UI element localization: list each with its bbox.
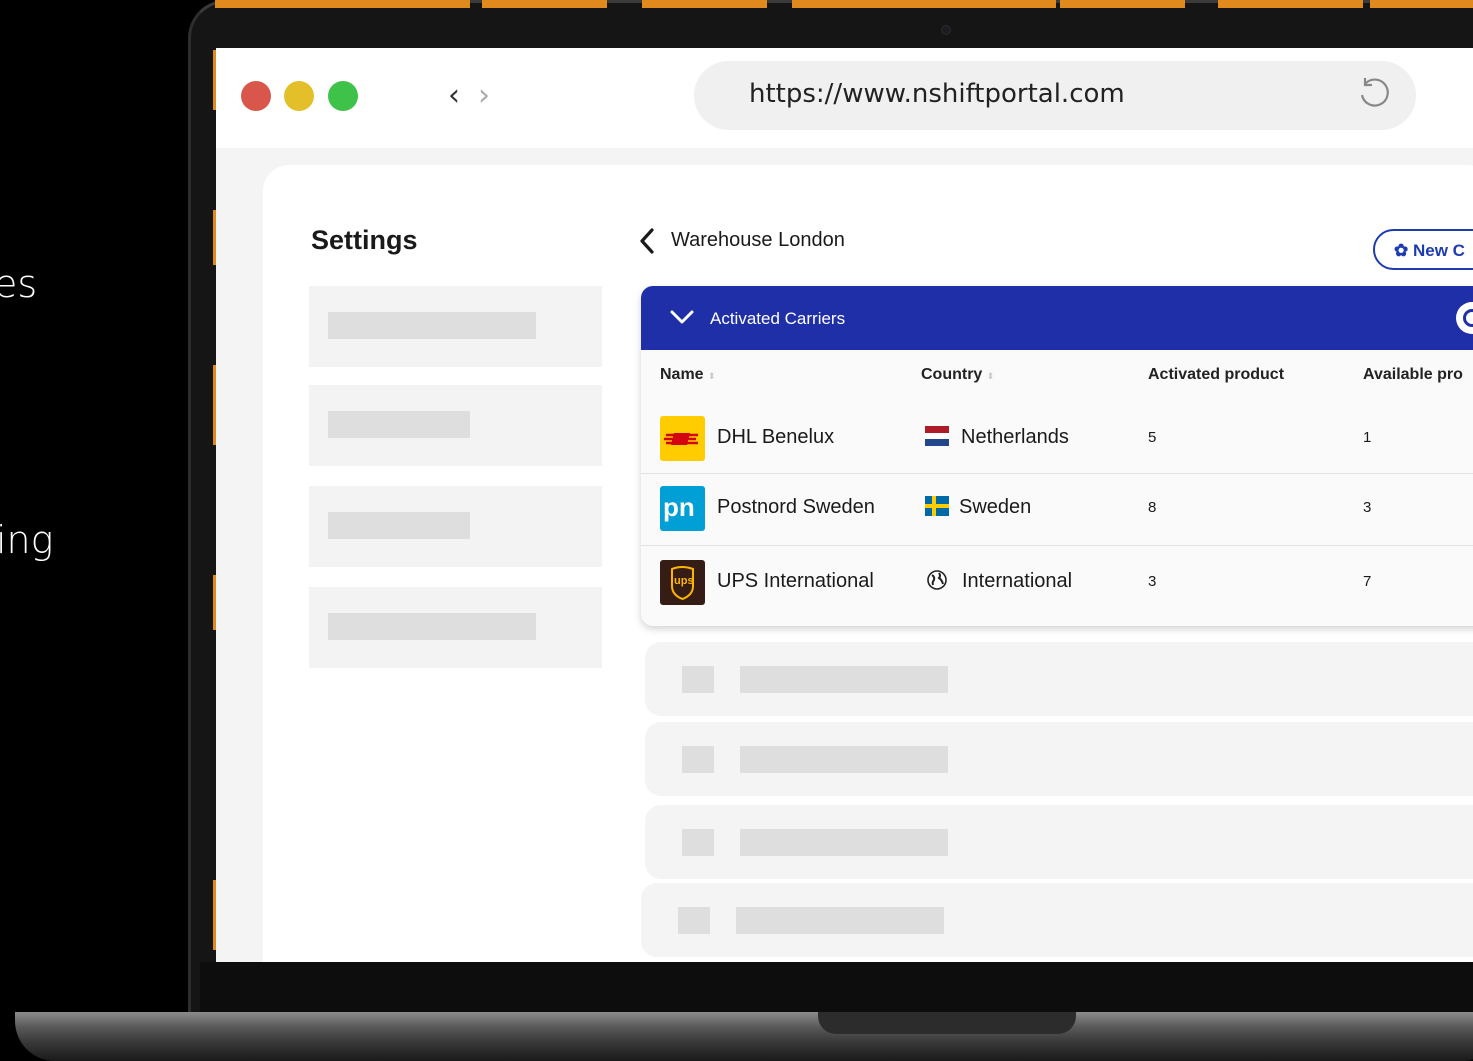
sidebar-item[interactable]: [309, 385, 602, 466]
bottom-bezel: [200, 962, 1473, 1012]
sidebar-item[interactable]: [309, 286, 602, 367]
globe-icon: [927, 570, 947, 590]
content-card: Settings Warehouse London ✿ New C Activa…: [263, 165, 1473, 962]
top-accent-strip: [1370, 0, 1473, 8]
sweden-flag-icon: [925, 496, 949, 516]
postnord-logo: pn: [660, 486, 705, 531]
skeleton-bar: [740, 666, 948, 693]
skeleton-bar: [740, 746, 948, 773]
chevron-left-icon[interactable]: [637, 227, 659, 255]
carrier-name: Postnord Sweden: [717, 496, 875, 518]
top-accent-strip: [215, 0, 470, 8]
table-row[interactable]: ups UPS International International 3 7: [641, 546, 1473, 618]
top-accent-strip: [792, 0, 1056, 8]
minimize-window-dot[interactable]: [284, 81, 314, 111]
skeleton-square: [682, 746, 714, 773]
sidebar-item[interactable]: [309, 587, 602, 668]
table-row[interactable]: DHL Benelux Netherlands 5 1: [641, 402, 1473, 474]
activated-count: 3: [1148, 573, 1157, 590]
column-label: Country: [921, 366, 983, 383]
laptop-notch: [818, 1012, 1076, 1034]
skeleton-bar: [328, 411, 470, 438]
camera: [941, 25, 951, 35]
top-accent-strip: [482, 0, 607, 8]
chevron-down-icon[interactable]: [669, 308, 695, 326]
skeleton-bar: [328, 613, 536, 640]
carrier-name: DHL Benelux: [717, 426, 835, 448]
activated-count: 8: [1148, 499, 1157, 516]
available-count: 1: [1363, 429, 1372, 446]
sidebar-item[interactable]: [309, 486, 602, 567]
address-bar[interactable]: https://www.nshiftportal.com: [694, 61, 1416, 130]
column-header-available: Available pro: [1363, 366, 1463, 383]
forward-arrow-icon[interactable]: ›: [478, 78, 490, 113]
panel-action-icon[interactable]: [1456, 302, 1473, 334]
table-row[interactable]: pn Postnord Sweden Sweden 8 3: [641, 472, 1473, 544]
top-accent-strip: [1218, 0, 1363, 8]
country-name: Sweden: [959, 496, 1032, 518]
top-accent-strip: [1060, 0, 1185, 8]
skeleton-bar: [328, 312, 536, 339]
available-count: 7: [1363, 573, 1372, 590]
reload-icon[interactable]: [1356, 75, 1392, 111]
skeleton-square: [678, 907, 710, 934]
top-accent-strip: [642, 0, 767, 8]
laptop-base: [15, 1012, 1473, 1061]
skeleton-square: [682, 829, 714, 856]
sort-icon: ⬍: [986, 371, 995, 381]
page-title: Settings: [311, 225, 418, 255]
available-count: 3: [1363, 499, 1372, 516]
breadcrumb: Warehouse London: [671, 229, 845, 251]
screen: ‹ › https://www.nshiftportal.com Setting…: [216, 48, 1473, 962]
new-carrier-button[interactable]: ✿ New C: [1373, 229, 1473, 270]
ups-logo-text: ups: [674, 575, 694, 587]
sort-icon: ⬍: [708, 371, 716, 381]
maximize-window-dot[interactable]: [328, 81, 358, 111]
side-text-fragment-1: es: [0, 262, 38, 306]
column-header-country[interactable]: Country ⬍: [921, 366, 994, 384]
country-name: International: [962, 570, 1073, 592]
panel-title: Activated Carriers: [710, 309, 846, 328]
list-item-placeholder: [645, 722, 1473, 796]
skeleton-bar: [736, 907, 944, 934]
list-item-placeholder: [645, 805, 1473, 879]
close-window-dot[interactable]: [241, 81, 271, 111]
list-item-placeholder: [641, 883, 1473, 957]
netherlands-flag-icon: [925, 426, 949, 446]
back-arrow-icon[interactable]: ‹: [448, 78, 460, 113]
skeleton-bar: [740, 829, 948, 856]
skeleton-bar: [328, 512, 470, 539]
side-text-fragment-2: ing: [0, 518, 54, 562]
url-text: https://www.nshiftportal.com: [749, 79, 1125, 109]
skeleton-square: [682, 666, 714, 693]
list-item-placeholder: [645, 642, 1473, 716]
new-button-label: New C: [1412, 241, 1465, 260]
column-label: Name: [660, 366, 704, 383]
panel-header[interactable]: Activated Carriers: [641, 286, 1473, 350]
activated-count: 5: [1148, 429, 1157, 446]
country-name: Netherlands: [961, 426, 1069, 448]
postnord-logo-text: pn: [663, 492, 695, 522]
dhl-logo: [660, 416, 705, 461]
carrier-name: UPS International: [717, 570, 874, 592]
gear-icon: ✿: [1394, 241, 1409, 260]
column-header-activated: Activated product: [1148, 366, 1285, 383]
browser-bar: ‹ › https://www.nshiftportal.com: [216, 48, 1473, 148]
activated-carriers-panel: Activated Carriers Name ⬍ Country ⬍ Acti…: [641, 286, 1473, 626]
column-header-name[interactable]: Name ⬍: [660, 366, 716, 384]
ups-logo: ups: [660, 560, 705, 605]
